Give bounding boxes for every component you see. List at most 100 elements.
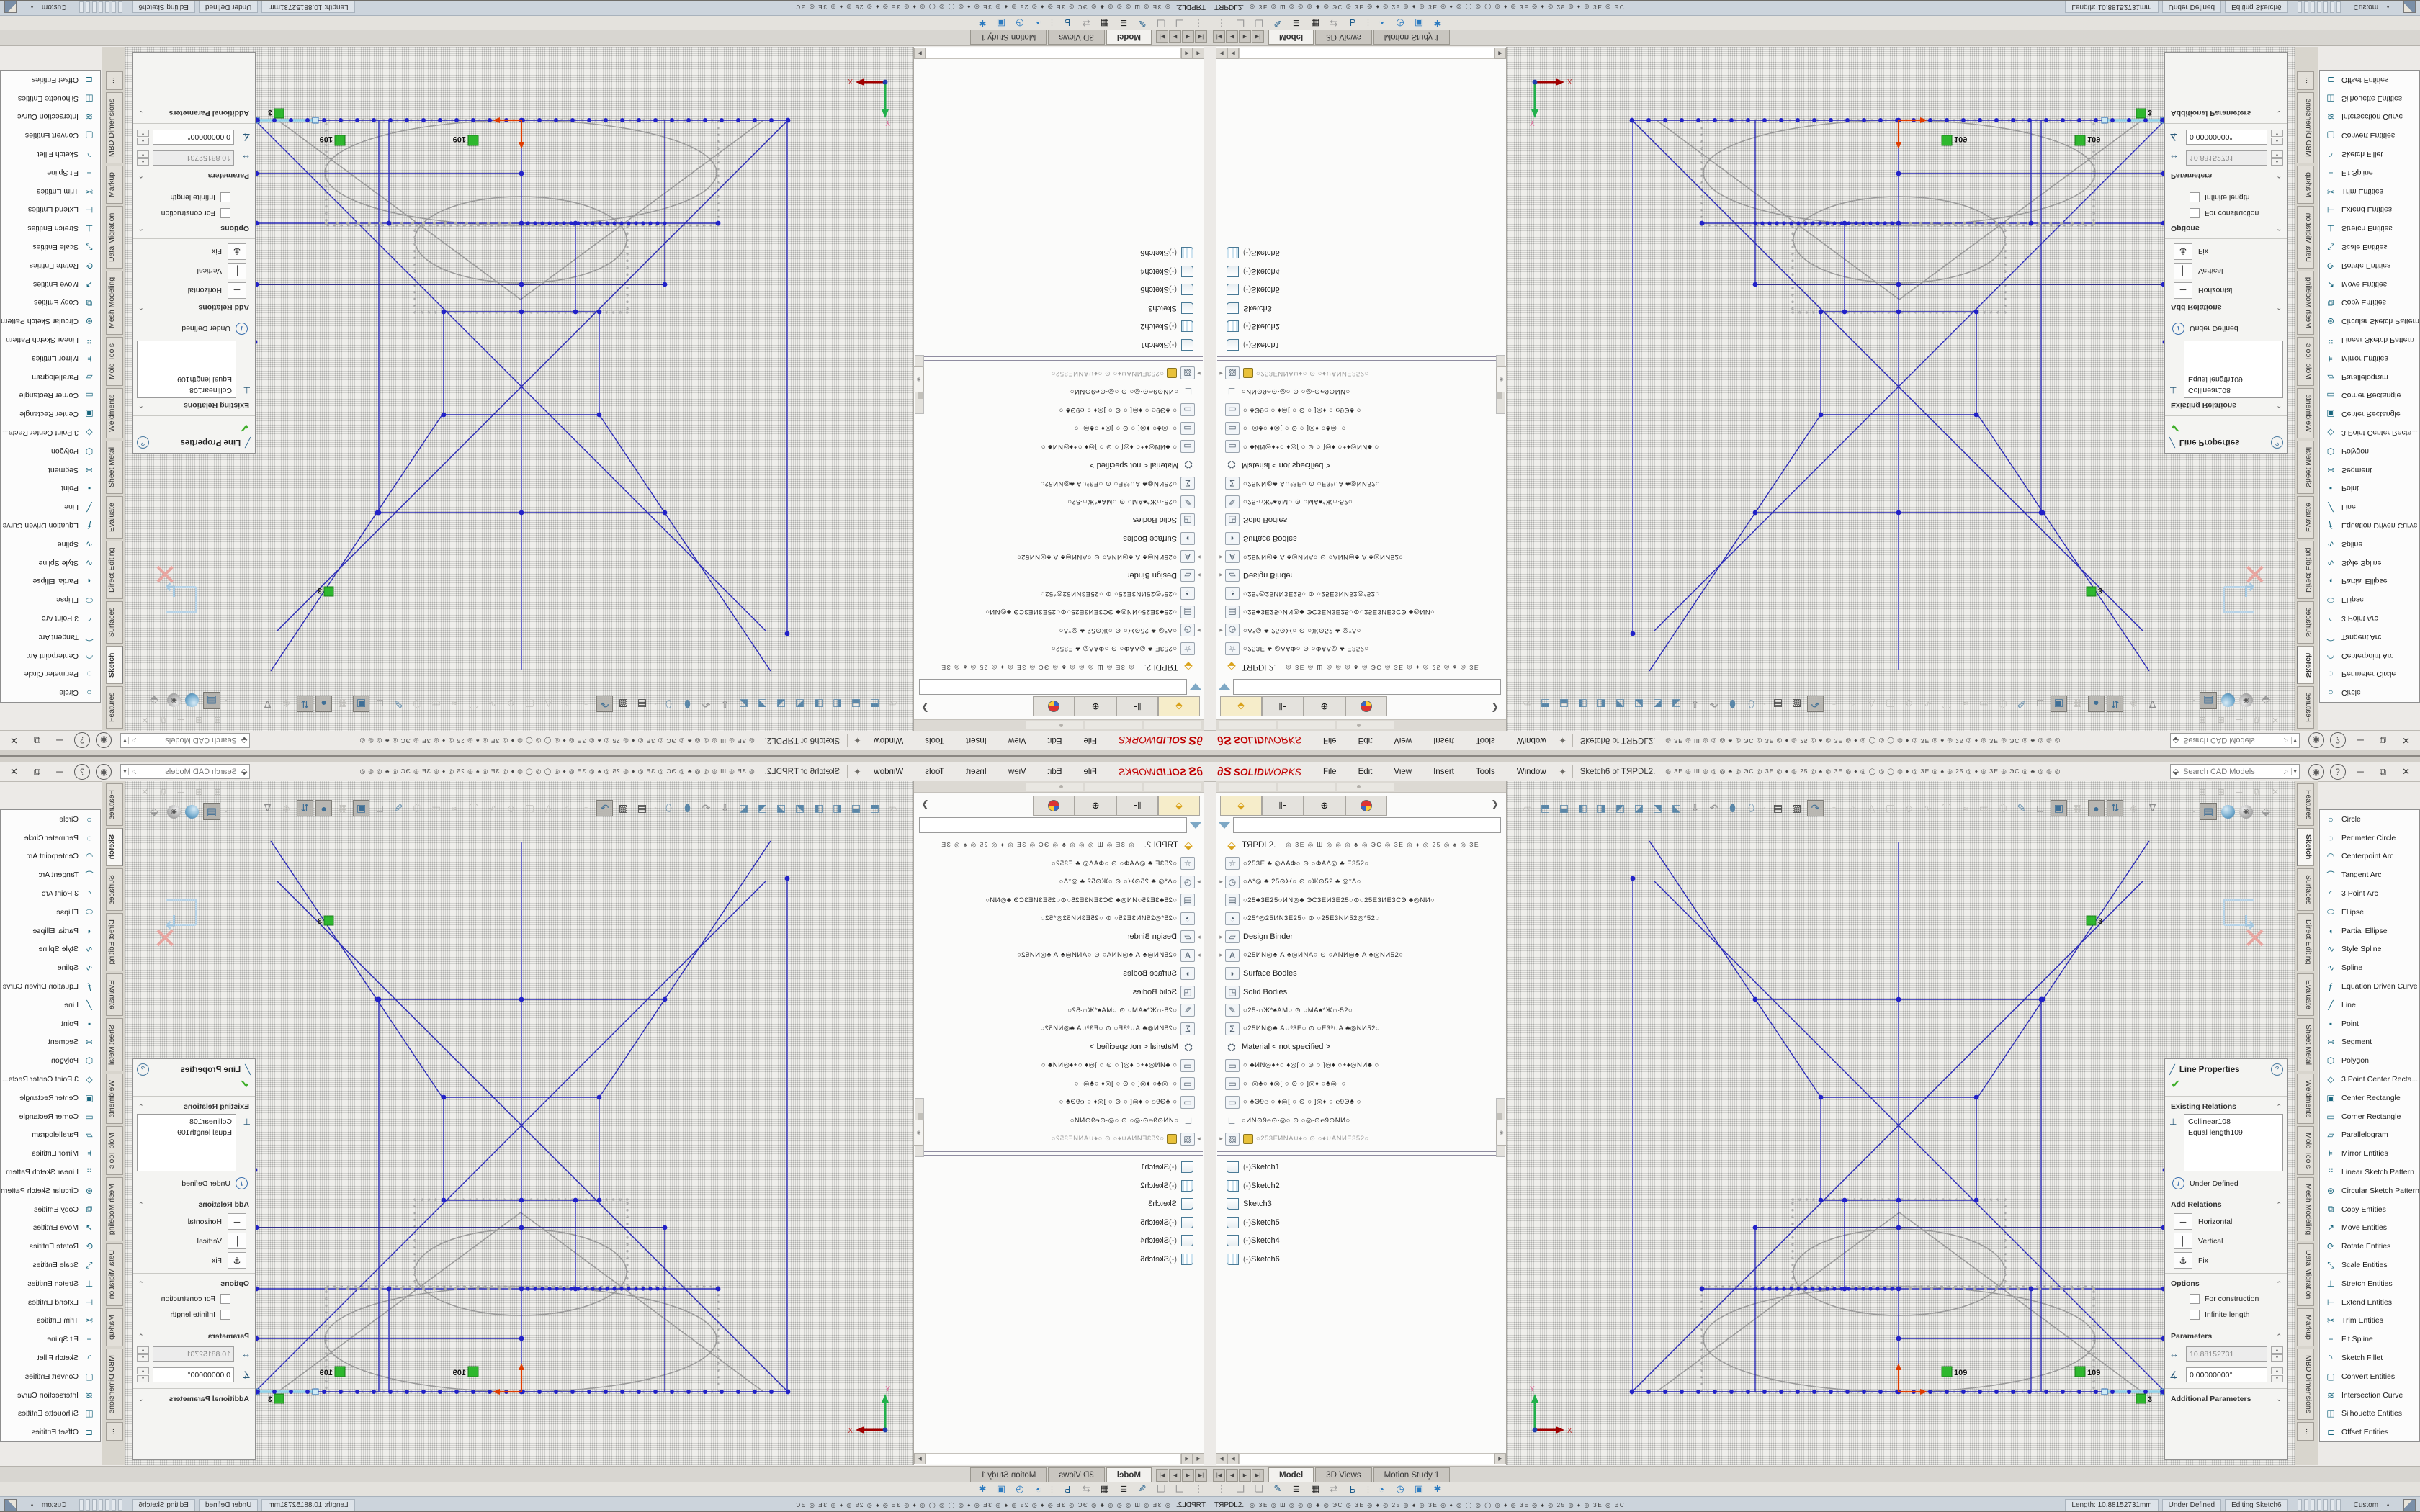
angle-field[interactable]: 0.00000000° bbox=[2186, 1367, 2267, 1382]
menu-item-circle[interactable]: ○Circle bbox=[1, 683, 100, 702]
layer-props-icon[interactable]: Ь bbox=[1060, 18, 1075, 29]
undo-icon[interactable]: ↶ bbox=[1706, 696, 1722, 712]
minimize-button[interactable]: ─ bbox=[56, 766, 63, 777]
angle-field[interactable]: 0.00000000° bbox=[153, 1367, 234, 1382]
corner-icon[interactable]: ∟ bbox=[2032, 800, 2048, 816]
length-field[interactable]: 10.88152731 bbox=[2186, 150, 2267, 166]
menu-item-line[interactable]: ╱Line bbox=[2320, 996, 2419, 1014]
first-tab-icon[interactable]: |◀ bbox=[1213, 1469, 1225, 1482]
help-icon[interactable]: ? bbox=[74, 764, 90, 780]
command-tab--[interactable]: ... bbox=[2297, 1422, 2314, 1441]
command-tab-markup[interactable]: Markup bbox=[106, 166, 123, 204]
tree-item-solid-bodies[interactable]: ◳Solid Bodies bbox=[1217, 511, 1504, 530]
tree-item-sketch3[interactable]: Sketch3 bbox=[916, 1195, 1203, 1214]
upper-ellipse[interactable] bbox=[1793, 1229, 2005, 1315]
hide-edges-icon[interactable]: ⇄ bbox=[1327, 1483, 1341, 1495]
length-spinner[interactable]: ▲▼ bbox=[137, 1346, 149, 1362]
ghost-diamond-icon[interactable]: ◇ bbox=[503, 696, 519, 712]
menu-item-extend-entities[interactable]: ⊢Extend Entities bbox=[2320, 200, 2419, 219]
ghost-circle-icon[interactable]: ○ bbox=[578, 800, 594, 816]
menu-item-circular-sketch-pattern[interactable]: ⊛Circular Sketch Pattern bbox=[2320, 312, 2419, 330]
next-tab-icon[interactable]: ▶ bbox=[1169, 30, 1181, 43]
ghost-diamond-icon[interactable]: ◇ bbox=[1901, 696, 1917, 712]
tab-display-manager[interactable] bbox=[1033, 696, 1075, 716]
menu-item-perimeter-circle[interactable]: ◌Perimeter Circle bbox=[2320, 665, 2419, 683]
ghost-slot-icon[interactable]: ▭ bbox=[1976, 800, 1992, 816]
display-style-icon[interactable]: ▤ bbox=[203, 692, 220, 709]
line-thickness-icon[interactable]: ≣ bbox=[1116, 1483, 1131, 1495]
child-restore-icon[interactable]: ⊟ bbox=[214, 714, 221, 725]
first-tab-icon[interactable]: |◀ bbox=[1195, 30, 1207, 43]
vertical-relation-icon[interactable]: │ bbox=[2174, 1233, 2192, 1249]
panel-stub[interactable] bbox=[1278, 721, 1335, 729]
tree-filter-input[interactable] bbox=[919, 817, 1187, 833]
horizontal-relation-icon[interactable]: ─ bbox=[2174, 1213, 2192, 1230]
display-style-icon[interactable]: ▤ bbox=[203, 803, 220, 820]
tree-item--25-25-n3-25-25-3n-52-52[interactable]: ◔○25*◎25ИN3Е25○ ⊙ ○25Е3NИ52◎*52○ bbox=[1217, 909, 1504, 928]
settings-icon[interactable]: ✱ bbox=[1430, 17, 1445, 29]
sketch-lines[interactable] bbox=[255, 841, 788, 1392]
existing-relations-header[interactable]: Existing Relations⌃ bbox=[133, 398, 255, 413]
tab-display-manager[interactable] bbox=[1345, 796, 1387, 816]
menu-item-spline[interactable]: ∿Spline bbox=[2320, 535, 2419, 554]
rollback-bar[interactable] bbox=[916, 1151, 1203, 1156]
checkbox-infinite-length[interactable] bbox=[220, 1310, 230, 1320]
child-close-icon[interactable]: ✕ bbox=[141, 787, 148, 798]
vertical-relation-icon[interactable]: │ bbox=[228, 1233, 246, 1249]
extruded-boss-icon[interactable]: ⬒ bbox=[1537, 696, 1554, 712]
rebuild-icon[interactable]: ◔ bbox=[1374, 18, 1389, 29]
first-tab-icon[interactable]: |◀ bbox=[1213, 30, 1225, 43]
last-tab-icon[interactable]: ▶| bbox=[1252, 1469, 1264, 1482]
lofted-boss-icon[interactable]: ◨ bbox=[1593, 800, 1610, 816]
model-tab-model[interactable]: Model bbox=[1268, 30, 1314, 45]
menu-item-ellipse[interactable]: ⬭Ellipse bbox=[2320, 590, 2419, 609]
open-folder-icon[interactable]: ▣ bbox=[994, 1483, 1008, 1495]
menu-item-circle[interactable]: ○Circle bbox=[1, 810, 100, 829]
vertical-relation-icon[interactable]: │ bbox=[2174, 263, 2192, 279]
tree-item-solid-bodies[interactable]: ◳Solid Bodies bbox=[916, 983, 1203, 1002]
ghost-arc-icon[interactable]: ⌒ bbox=[465, 696, 482, 712]
angle-spinner[interactable]: ▲▼ bbox=[137, 1367, 149, 1382]
command-tab-markup[interactable]: Markup bbox=[2297, 1308, 2314, 1346]
child-restore-icon[interactable]: ⊟ bbox=[2199, 787, 2206, 798]
menu-item-linear-sketch-pattern[interactable]: ⠛Linear Sketch Pattern bbox=[2320, 1163, 2419, 1182]
menu-item-mirror-entities[interactable]: ⊧Mirror Entities bbox=[1, 349, 100, 368]
extruded-cut-icon[interactable]: ◪ bbox=[773, 800, 789, 816]
checkbox-infinite-length[interactable] bbox=[2190, 1310, 2200, 1320]
hole-wizard-icon[interactable]: ⬕ bbox=[1668, 800, 1685, 816]
tree-item--25-52-[interactable]: ▸◷○Λ*◎ ♣ 25⊙Ж○ ⊙ ○Ж⊙52 ♣ ◎*Λ○ bbox=[916, 873, 1203, 891]
child-minimize-icon[interactable]: ─ bbox=[178, 714, 184, 725]
command-tab-weldments[interactable]: Weldments bbox=[2297, 388, 2314, 438]
menu-item-style-spline[interactable]: ∿Style Spline bbox=[2320, 554, 2419, 572]
ghost-ellipse-icon[interactable]: ◌ bbox=[1845, 696, 1861, 712]
expand-arrow-icon[interactable]: ▸ bbox=[1195, 626, 1203, 634]
lofted-boss-icon[interactable]: ◨ bbox=[1593, 696, 1610, 712]
menu-item-parallelogram[interactable]: ▱Parallelogram bbox=[1, 368, 100, 387]
command-tab-data-migration[interactable]: Data Migration bbox=[2297, 207, 2314, 269]
menu-item-center-rectangle[interactable]: ▣Center Rectangle bbox=[1, 1089, 100, 1107]
rollback-bar[interactable] bbox=[916, 357, 1203, 361]
panel-stub[interactable] bbox=[1085, 721, 1142, 729]
menu-item-linear-sketch-pattern[interactable]: ⠛Linear Sketch Pattern bbox=[2320, 330, 2419, 349]
zebra-stripes-icon[interactable]: ▨ bbox=[1788, 800, 1805, 816]
tree-item--n-n-[interactable]: ▭○ ♣ИN◎♦+○ ♦◎[ ○ ⊙ ○ ]◎♦ ○+♦◎NИ♣ ○ bbox=[916, 438, 1203, 456]
ghost-ellipse-icon[interactable]: ◌ bbox=[559, 800, 575, 816]
ghost-wave-icon[interactable]: ≈ bbox=[447, 696, 463, 712]
command-tab-sketch[interactable]: Sketch bbox=[106, 646, 123, 683]
tree-item-surface-bodies[interactable]: ◗Surface Bodies bbox=[916, 529, 1203, 548]
menu-item-polygon[interactable]: ⬡Polygon bbox=[1, 442, 100, 461]
add-relations-header[interactable]: Add Relations⌃ bbox=[2165, 1197, 2287, 1212]
menu-item-center-rectangle[interactable]: ▣Center Rectangle bbox=[2320, 1089, 2419, 1107]
menu-item-centerpoint-arc[interactable]: ◠Centerpoint Arc bbox=[1, 847, 100, 866]
tree-item-sketch5[interactable]: (-) Sketch5 bbox=[916, 1213, 1203, 1232]
boundary-boss-icon[interactable]: ◩ bbox=[792, 800, 808, 816]
selected-line-handle[interactable] bbox=[313, 117, 318, 123]
user-account-icon[interactable]: ◉ bbox=[96, 733, 112, 749]
menu-edit[interactable]: Edit bbox=[1047, 735, 1064, 747]
menu-item-convert-entities[interactable]: ▢Convert Entities bbox=[2320, 126, 2419, 145]
tree-item--25-n-3-3-n-52-[interactable]: Σ○25ИN◎♣ Α∪³3Е○ ⊙ ○Е3³∪Α ♣◎NИ52○ bbox=[1217, 474, 1504, 493]
hole-wizard-icon[interactable]: ⬕ bbox=[735, 696, 752, 712]
cylinder-icon[interactable]: ⬮ bbox=[679, 800, 696, 816]
menu-item-line[interactable]: ╱Line bbox=[1, 498, 100, 516]
tree-item-sketch6[interactable]: (-) Sketch6 bbox=[916, 244, 1203, 263]
